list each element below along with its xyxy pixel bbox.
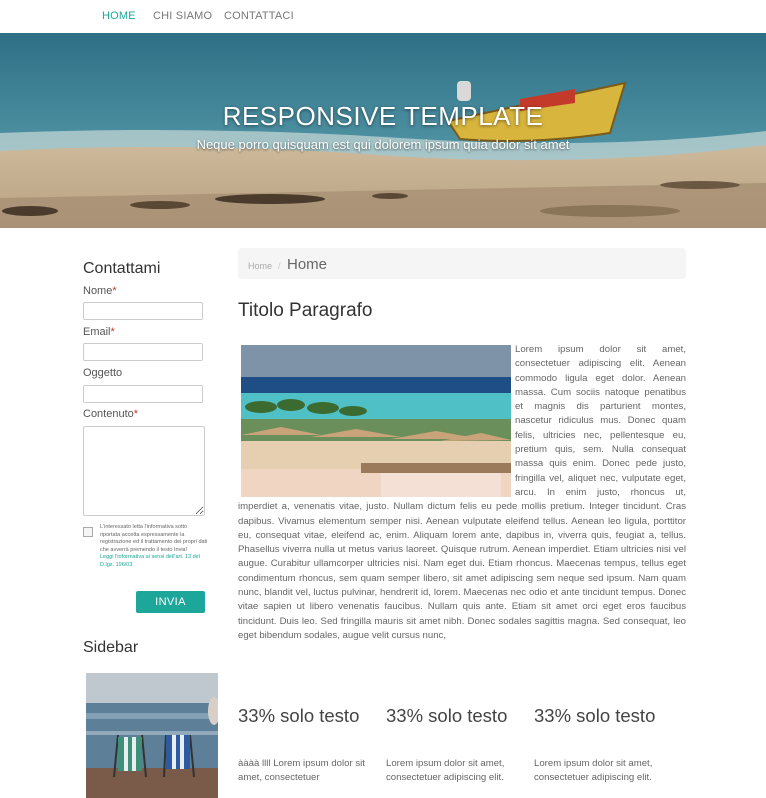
column-text: Lorem ipsum dolor sit amet, consectetuer… [534, 758, 653, 783]
column-3: 33% solo testo Lorem ipsum dolor sit ame… [534, 704, 670, 784]
nav-item-contattaci[interactable]: CONTATTACI [224, 10, 294, 22]
sidebar-image [86, 673, 218, 798]
hero-title: RESPONSIVE TEMPLATE [222, 101, 544, 131]
subject-field[interactable] [83, 385, 203, 403]
privacy-policy-link[interactable]: Leggi l'informativa ai sensi dell'art. 1… [100, 554, 208, 569]
email-field[interactable] [83, 343, 203, 361]
privacy-text: L'interessato letta l'informativa sotto … [100, 524, 208, 553]
article-body: Lorem ipsum dolor sit amet, consectetuer… [238, 343, 686, 643]
email-label: Email* [83, 326, 115, 338]
content-textarea[interactable] [83, 426, 205, 516]
name-label: Nome* [83, 285, 117, 297]
privacy-notice: L'interessato letta l'informativa sotto … [100, 524, 208, 569]
nav-item-home[interactable]: HOME [102, 10, 136, 22]
column-text: Lorem ipsum dolor sit amet, consectetuer… [386, 758, 505, 783]
content-label: Contenuto* [83, 408, 139, 420]
column-title: 33% solo testo [386, 705, 508, 726]
nav-item-chi-siamo[interactable]: CHI SIAMO [153, 10, 212, 22]
column-1: 33% solo testo àààà llll Lorem ipsum dol… [238, 704, 374, 784]
top-navbar: HOME CHI SIAMO CONTATTACI [0, 0, 766, 33]
hero-banner: RESPONSIVE TEMPLATE Neque porro quisquam… [0, 33, 766, 228]
send-button[interactable]: INVIA [136, 591, 205, 613]
breadcrumb-home-link[interactable]: Home [248, 261, 272, 271]
name-field[interactable] [83, 302, 203, 320]
column-title: 33% solo testo [238, 705, 360, 726]
contact-form-title: Contattami [83, 260, 161, 277]
column-2: 33% solo testo Lorem ipsum dolor sit ame… [386, 704, 522, 784]
sidebar-title: Sidebar [83, 639, 139, 656]
privacy-checkbox[interactable] [83, 527, 93, 537]
breadcrumb: Home / Home [238, 248, 686, 279]
subject-label: Oggetto [83, 367, 123, 379]
column-title: 33% solo testo [534, 705, 656, 726]
breadcrumb-separator: / [278, 261, 281, 271]
article-title: Titolo Paragrafo [238, 300, 373, 321]
breadcrumb-current: Home [287, 256, 328, 273]
column-text: àààà llll Lorem ipsum dolor sit amet, co… [238, 758, 365, 783]
hero-subtitle: Neque porro quisquam est qui dolorem ips… [196, 137, 570, 152]
article-image [241, 345, 511, 497]
